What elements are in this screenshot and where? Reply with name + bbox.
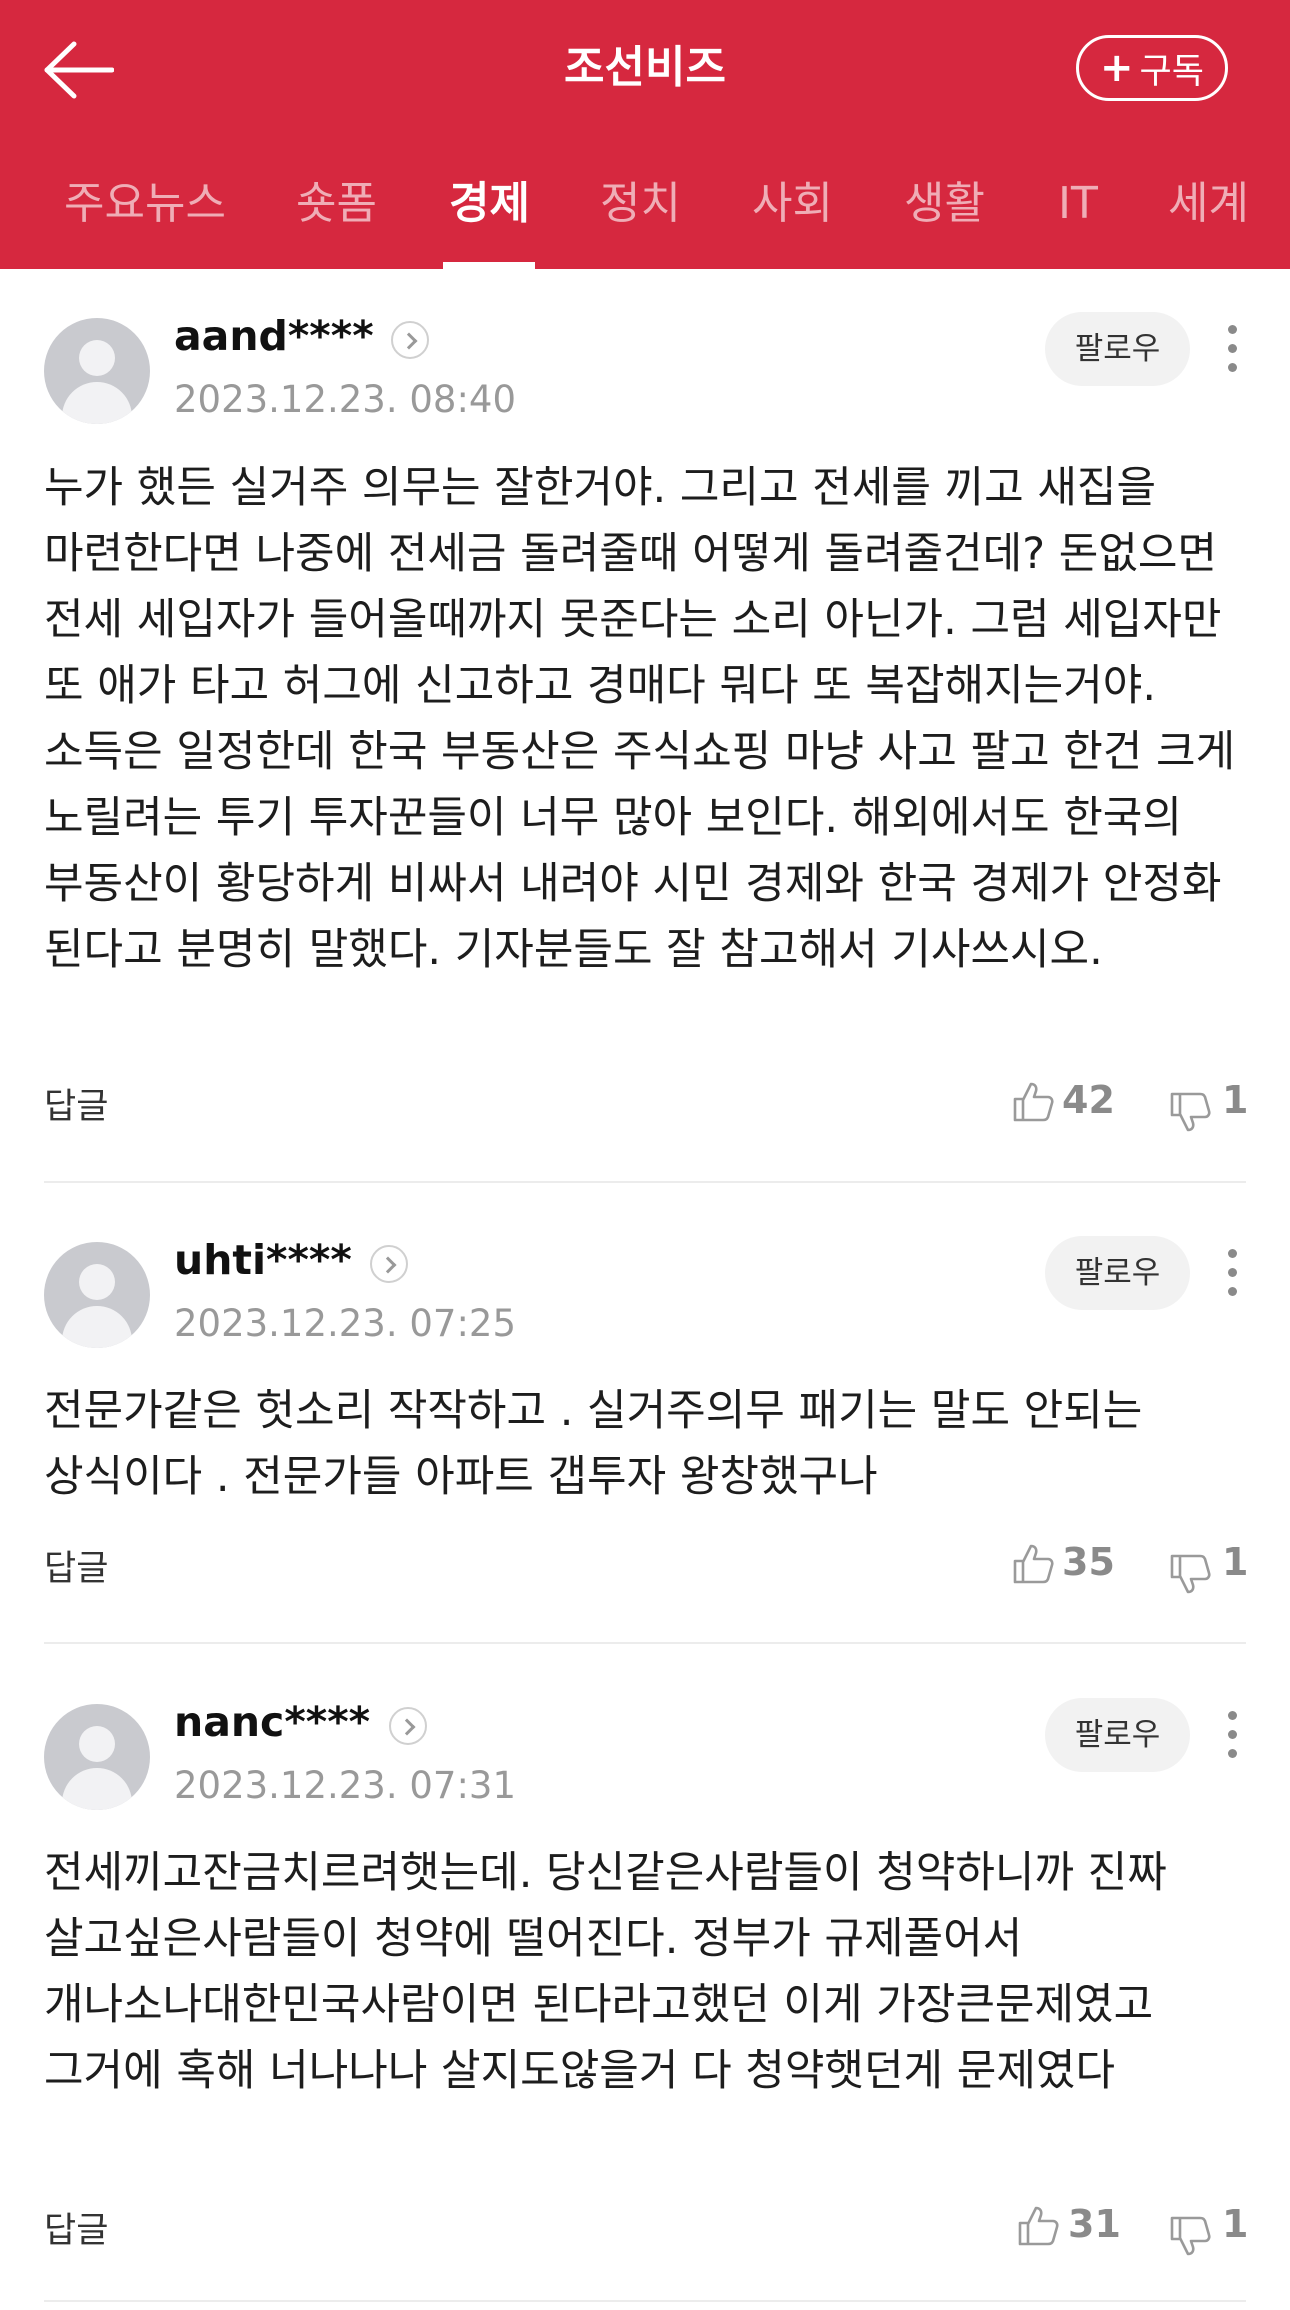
avatar[interactable] bbox=[44, 1242, 150, 1348]
chevron-right-icon[interactable] bbox=[389, 1707, 427, 1745]
top-bar: 조선비즈 + 구독 bbox=[0, 0, 1290, 140]
avatar-head bbox=[79, 1264, 115, 1300]
comment-username[interactable]: aand**** bbox=[174, 312, 374, 360]
avatar-body bbox=[62, 1306, 132, 1348]
comment-username[interactable]: uhti**** bbox=[174, 1236, 352, 1284]
like-count: 42 bbox=[1062, 1078, 1115, 1122]
comment-date: 2023.12.23. 07:25 bbox=[174, 1302, 516, 1345]
chevron-right-icon[interactable] bbox=[370, 1245, 408, 1283]
dislike-count: 1 bbox=[1222, 1540, 1249, 1584]
tab-society[interactable]: 사회 bbox=[752, 139, 833, 269]
follow-button[interactable]: 팔로우 bbox=[1045, 1236, 1190, 1310]
thumbs-down-icon[interactable] bbox=[1168, 1090, 1212, 1134]
comment-text: 전문가같은 헛소리 작작하고 . 실거주의무 패기는 말도 안되는 상식이다 .… bbox=[44, 1386, 1143, 1502]
comment-date: 2023.12.23. 07:31 bbox=[174, 1764, 516, 1807]
comment-divider bbox=[44, 1642, 1246, 1644]
plus-icon: + bbox=[1100, 45, 1134, 91]
comment-text: 전세끼고잔금치르려햇는데. 당신같은사람들이 청약하니까 진짜 살고싶은사람들이… bbox=[44, 1848, 1167, 2096]
avatar[interactable] bbox=[44, 1704, 150, 1810]
comment-text: 누가 했든 실거주 의무는 잘한거야. 그리고 전세를 끼고 새집을 마련한다면… bbox=[44, 463, 1236, 975]
follow-button[interactable]: 팔로우 bbox=[1045, 1698, 1190, 1772]
avatar-body bbox=[62, 1768, 132, 1810]
like-count: 31 bbox=[1068, 2202, 1121, 2246]
more-options-icon[interactable] bbox=[1220, 1242, 1244, 1302]
reply-button[interactable]: 답글 bbox=[44, 1540, 108, 1591]
avatar-body bbox=[62, 382, 132, 424]
tab-politics[interactable]: 정치 bbox=[600, 139, 681, 269]
follow-button[interactable]: 팔로우 bbox=[1045, 312, 1190, 386]
tab-world[interactable]: 세계 bbox=[1168, 139, 1249, 269]
reply-button[interactable]: 답글 bbox=[44, 1078, 108, 1129]
comment-date: 2023.12.23. 08:40 bbox=[174, 378, 516, 421]
more-options-icon[interactable] bbox=[1220, 1704, 1244, 1764]
category-tabs: 주요뉴스 숏폼 경제 정치 사회 생활 IT 세계 bbox=[0, 139, 1290, 269]
like-count: 35 bbox=[1062, 1540, 1115, 1584]
comment-divider bbox=[44, 1181, 1246, 1183]
reply-button[interactable]: 답글 bbox=[44, 2202, 108, 2253]
active-tab-indicator bbox=[443, 262, 535, 270]
thumbs-up-icon[interactable] bbox=[1011, 1542, 1055, 1586]
tab-shorts[interactable]: 숏폼 bbox=[296, 139, 377, 269]
avatar-head bbox=[79, 1726, 115, 1762]
tab-main-news[interactable]: 주요뉴스 bbox=[64, 139, 226, 269]
avatar[interactable] bbox=[44, 318, 150, 424]
thumbs-down-icon[interactable] bbox=[1168, 2214, 1212, 2258]
subscribe-button[interactable]: + 구독 bbox=[1076, 35, 1228, 101]
avatar-head bbox=[79, 340, 115, 376]
chevron-right-icon[interactable] bbox=[391, 321, 429, 359]
comment-divider bbox=[44, 2300, 1246, 2302]
tab-it[interactable]: IT bbox=[1058, 139, 1098, 269]
thumbs-down-icon[interactable] bbox=[1168, 1552, 1212, 1596]
tab-life[interactable]: 생활 bbox=[904, 139, 985, 269]
tab-economy[interactable]: 경제 bbox=[449, 139, 530, 269]
dislike-count: 1 bbox=[1222, 1078, 1249, 1122]
comment-username[interactable]: nanc**** bbox=[174, 1698, 370, 1746]
dislike-count: 1 bbox=[1222, 2202, 1249, 2246]
more-options-icon[interactable] bbox=[1220, 318, 1244, 378]
thumbs-up-icon[interactable] bbox=[1011, 1080, 1055, 1124]
subscribe-label: 구독 bbox=[1139, 51, 1204, 92]
thumbs-up-icon[interactable] bbox=[1016, 2204, 1060, 2248]
